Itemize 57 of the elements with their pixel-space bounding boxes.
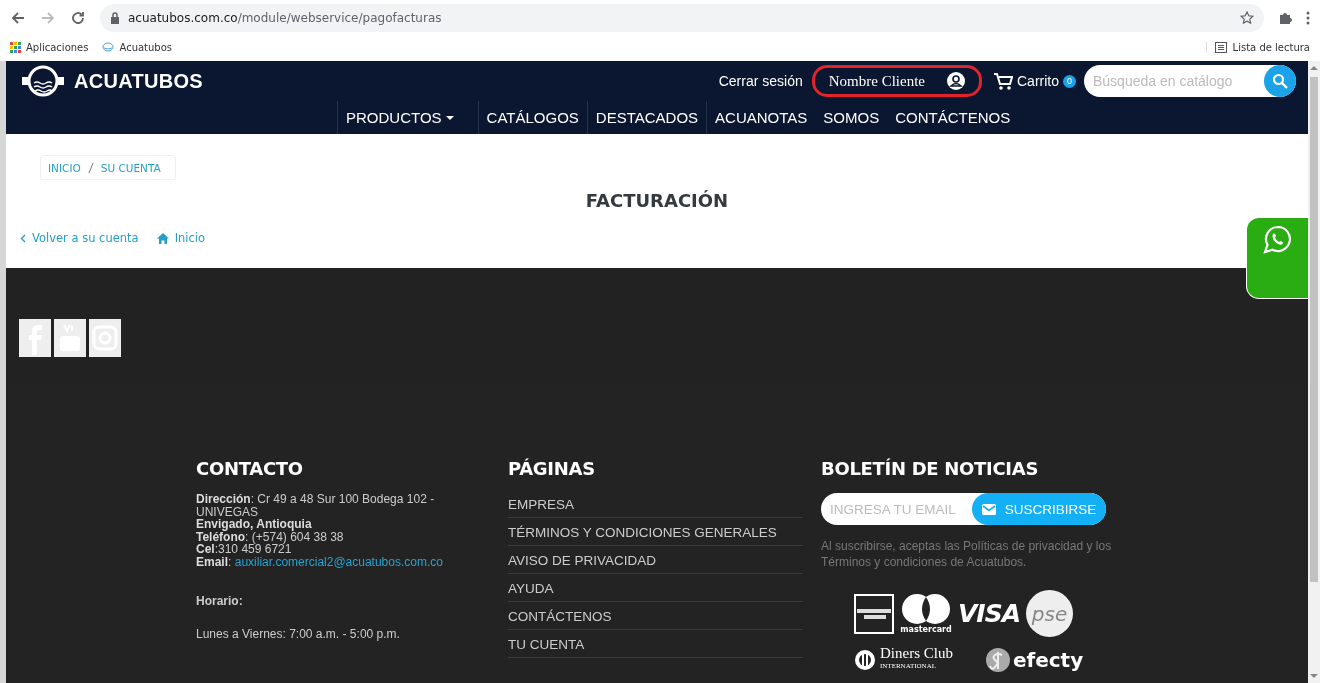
envelope-icon [981, 503, 996, 515]
page-title: FACTURACIÓN [584, 190, 730, 211]
bookmark[interactable]: Acuatubos [102, 41, 173, 53]
search-button[interactable] [1264, 65, 1296, 97]
user-icon [947, 72, 965, 90]
url-text: acuatubos.com.co/module/webservice/pagofacturas [128, 11, 442, 25]
reading-list-button[interactable]: Lista de lectura [1205, 41, 1310, 53]
back-icon[interactable] [10, 10, 26, 26]
hours-heading: Horario: [196, 595, 244, 608]
section-heading: PÁGINAS [508, 458, 596, 479]
chat-phone-icon [1262, 225, 1293, 255]
search-icon [1272, 73, 1288, 89]
nav-item[interactable]: CONTÁCTENOS [887, 101, 1019, 134]
puzzle-icon[interactable] [1278, 11, 1292, 25]
mastercard-logo: mastercard [900, 593, 952, 634]
breadcrumb-separator-icon [87, 162, 94, 174]
cart-count-badge: 0 [1063, 74, 1076, 88]
footer-link[interactable]: EMPRESA [508, 493, 803, 518]
contact-text: Teléfono: (+574) 604 38 38 [196, 530, 345, 543]
pse-logo: pse [1026, 590, 1073, 637]
reload-icon[interactable] [70, 10, 86, 26]
footer-link[interactable]: AVISO DE PRIVACIDAD [508, 546, 803, 574]
logout-link[interactable]: Cerrar sesión [718, 73, 803, 89]
home-icon [156, 232, 169, 244]
footer-link[interactable]: TU CUENTA [508, 630, 803, 658]
contact-text: Dirección: Cr 49 a 48 Sur 100 Bodega 102 - UNIVEGAS [196, 493, 436, 518]
apps-icon [10, 41, 21, 53]
site-icon [102, 42, 115, 52]
section-heading: CONTACTO [196, 458, 304, 479]
hours-text: Lunes a Viernes: 7:00 a.m. - 5:00 p.m. [196, 627, 401, 640]
menu-icon[interactable] [1306, 11, 1310, 25]
chevron-left-icon [20, 233, 26, 243]
address-bar[interactable]: acuatubos.com.co/module/webservice/pagofacturas [100, 4, 1264, 32]
site-logo[interactable]: ACUATUBOS [20, 63, 203, 99]
account-button[interactable]: Nombre Cliente [814, 68, 979, 94]
footer-link[interactable]: AYUDA [508, 574, 803, 602]
footer-link[interactable]: TÉRMINOS Y CONDICIONES GENERALES [508, 518, 803, 546]
section-heading: BOLETÍN DE NOTICIAS [821, 458, 1040, 479]
cart-icon [993, 72, 1013, 90]
nav-item[interactable]: SOMOS [815, 101, 888, 134]
efecty-logo: efecty [984, 647, 1084, 673]
email-link[interactable]: auxiliar.comercial2@acuatubos.com.co [234, 554, 443, 569]
contact-text: Envigado, Antioquia [196, 518, 313, 531]
card-logo-icon [854, 593, 894, 634]
star-icon[interactable] [1240, 11, 1254, 25]
list-icon [1214, 41, 1227, 53]
lock-icon [110, 12, 120, 24]
contact-text: Cel:310 459 6721 [196, 543, 293, 556]
disclaimer-text: Al suscribirse, aceptas las Políticas de privacidad y los Términos y condiciones de Acuatubos. [821, 538, 1113, 570]
cart-button[interactable]: Carrito 0 [993, 72, 1076, 90]
caret-icon [445, 115, 454, 120]
pipe-waves-icon [20, 63, 66, 99]
bookmark[interactable]: Aplicaciones [10, 41, 89, 53]
footer-link[interactable]: CONTÁCTENOS [508, 602, 803, 630]
contact-label: Email: [196, 554, 232, 569]
whatsapp-button[interactable] [1247, 218, 1308, 298]
visa-logo: VISA [958, 599, 1020, 628]
